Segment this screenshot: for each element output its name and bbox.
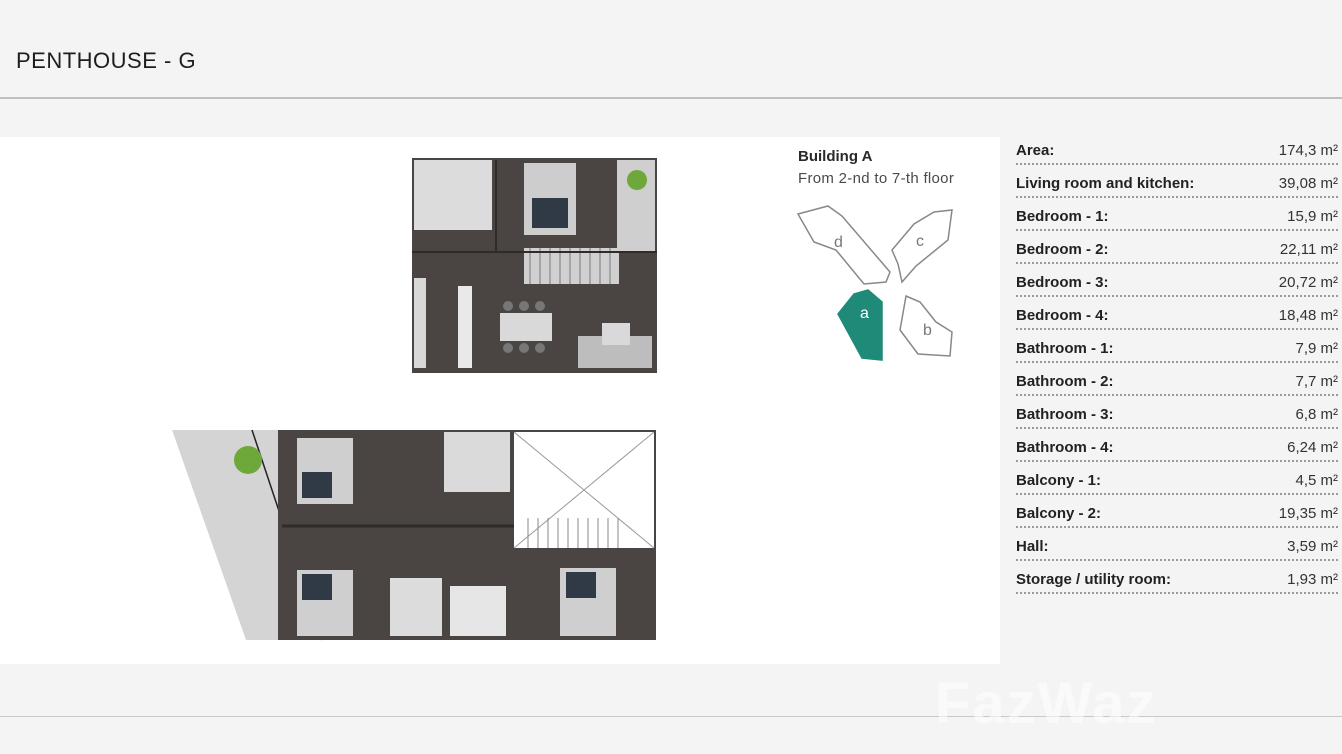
spec-label: Bedroom - 3: <box>1016 274 1109 291</box>
section-a-shape <box>837 289 883 361</box>
spec-label: Area: <box>1016 142 1055 159</box>
spec-row: Balcony - 2: 19,35 m² <box>1016 495 1338 528</box>
spec-value: 15,9 m² <box>1287 208 1338 225</box>
spec-value: 174,3 m² <box>1278 142 1338 159</box>
spec-label: Bathroom - 2: <box>1016 373 1114 390</box>
spec-value: 3,59 m² <box>1287 538 1338 555</box>
spec-label: Balcony - 1: <box>1016 472 1102 489</box>
spec-row: Area: 174,3 m² <box>1016 132 1338 165</box>
spec-label: Bedroom - 4: <box>1016 307 1109 324</box>
spec-value: 6,24 m² <box>1287 439 1338 456</box>
spec-row: Bedroom - 2: 22,11 m² <box>1016 231 1338 264</box>
spec-row: Hall: 3,59 m² <box>1016 528 1338 561</box>
spec-row: Bathroom - 3: 6,8 m² <box>1016 396 1338 429</box>
spec-label: Bathroom - 3: <box>1016 406 1114 423</box>
building-info: Building A From 2-nd to 7-th floor <box>798 148 954 187</box>
spec-label: Storage / utility room: <box>1016 571 1172 588</box>
upper-floor-plan <box>412 158 657 373</box>
spec-row: Storage / utility room: 1,93 m² <box>1016 561 1338 594</box>
lower-floor-plan <box>172 429 656 641</box>
section-d-label: d <box>834 234 843 251</box>
section-c-label: c <box>916 233 924 250</box>
spec-value: 7,7 m² <box>1295 373 1338 390</box>
building-floors: From 2-nd to 7-th floor <box>798 170 955 187</box>
spec-value: 6,8 m² <box>1295 406 1338 423</box>
spec-label: Bathroom - 4: <box>1016 439 1114 456</box>
spec-label: Bedroom - 2: <box>1016 241 1109 258</box>
spec-row: Bathroom - 4: 6,24 m² <box>1016 429 1338 462</box>
spec-value: 19,35 m² <box>1278 505 1338 522</box>
spec-row: Bedroom - 1: 15,9 m² <box>1016 198 1338 231</box>
spec-value: 7,9 m² <box>1295 340 1338 357</box>
section-b-label: b <box>923 322 932 339</box>
spec-value: 22,11 m² <box>1279 241 1338 258</box>
watermark-logo: FazWaz <box>935 671 1158 736</box>
spec-value: 20,72 m² <box>1278 274 1338 291</box>
spec-row: Bathroom - 2: 7,7 m² <box>1016 363 1338 396</box>
spec-label: Bedroom - 1: <box>1016 208 1109 225</box>
building-name: Building A <box>798 148 873 165</box>
spec-row: Balcony - 1: 4,5 m² <box>1016 462 1338 495</box>
spec-value: 1,93 m² <box>1287 571 1338 588</box>
top-divider <box>0 97 1342 99</box>
spec-row: Bathroom - 1: 7,9 m² <box>1016 330 1338 363</box>
spec-label: Living room and kitchen: <box>1016 175 1195 192</box>
spec-row: Living room and kitchen: 39,08 m² <box>1016 165 1338 198</box>
page-title: PENTHOUSE - G <box>16 48 197 73</box>
building-key-plan: d c a b <box>796 205 953 361</box>
spec-row: Bedroom - 3: 20,72 m² <box>1016 264 1338 297</box>
spec-row: Bedroom - 4: 18,48 m² <box>1016 297 1338 330</box>
spec-label: Bathroom - 1: <box>1016 340 1114 357</box>
spec-value: 18,48 m² <box>1278 307 1338 324</box>
spec-label: Hall: <box>1016 538 1049 555</box>
spec-label: Balcony - 2: <box>1016 505 1102 522</box>
spec-value: 4,5 m² <box>1295 472 1338 489</box>
section-d-shape <box>796 205 891 285</box>
area-specs-list: Area: 174,3 m² Living room and kitchen: 39,… <box>1016 132 1338 594</box>
section-a-label: a <box>860 305 869 322</box>
spec-value: 39,08 m² <box>1278 175 1338 192</box>
